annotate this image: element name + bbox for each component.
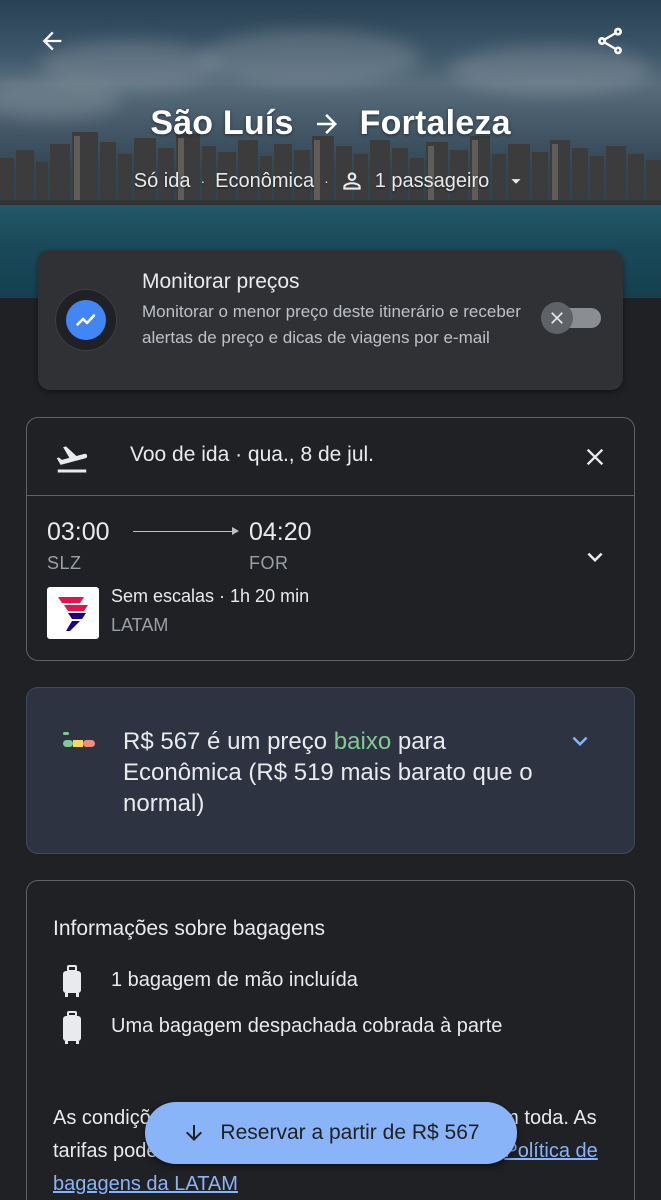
stops-duration: Sem escalas · 1h 20 min bbox=[111, 586, 310, 606]
close-icon bbox=[586, 448, 604, 466]
arrow-back-icon bbox=[42, 31, 62, 51]
carry-on-text: 1 bagagem de mão incluída bbox=[111, 969, 358, 991]
checked-bag-text: Uma bagagem despachada cobrada à parte bbox=[111, 1015, 503, 1037]
trip-type: Só ida bbox=[133, 169, 191, 192]
origin-city: São Luís bbox=[150, 104, 294, 142]
checked-bag-icon bbox=[63, 1011, 81, 1044]
dropdown-arrow-icon bbox=[511, 179, 521, 184]
expand-flight-button[interactable] bbox=[573, 535, 617, 579]
carry-on-row: 1 bagagem de mão incluída bbox=[53, 965, 531, 999]
destination-city: Fortaleza bbox=[359, 104, 511, 142]
price-tracking-description: Monitorar o menor preço deste itinerário… bbox=[142, 302, 521, 347]
checked-bag-row: Uma bagagem despachada cobrada à parte bbox=[53, 1011, 531, 1045]
price-tracking-toggle[interactable] bbox=[541, 302, 601, 334]
reserve-button-label: Reservar a partir de R$ 567 bbox=[220, 1121, 480, 1144]
person-icon bbox=[343, 172, 361, 190]
arrival-airport: FOR bbox=[249, 553, 289, 573]
price-tracking-title: Monitorar preços bbox=[142, 270, 300, 293]
carry-on-bag-icon bbox=[63, 965, 81, 997]
cabin-class: Econômica bbox=[215, 169, 315, 192]
reserve-button[interactable]: Reservar a partir de R$ 567 bbox=[145, 1102, 517, 1164]
expand-price-insight-button[interactable] bbox=[558, 719, 602, 763]
flight-card-header: Voo de ida · qua., 8 de jul. bbox=[27, 418, 634, 496]
flight-route-line bbox=[133, 527, 239, 535]
arrow-right-icon bbox=[316, 113, 337, 134]
separator-dot: · bbox=[200, 173, 206, 189]
price-insight-text: R$ 567 é um preço baixo para Econômica (… bbox=[123, 726, 543, 819]
price-tracking-badge bbox=[55, 289, 117, 351]
latam-logo-icon bbox=[58, 597, 88, 631]
chevron-down-icon bbox=[572, 736, 588, 746]
airline-name: LATAM bbox=[111, 615, 169, 635]
price-level-icon bbox=[63, 732, 95, 747]
price-insight-prefix: R$ 567 é um preço bbox=[123, 728, 334, 755]
back-button[interactable] bbox=[30, 19, 74, 63]
price-level-label: baixo bbox=[333, 728, 392, 755]
trip-options[interactable]: Só ida · Econômica · 1 passageiro bbox=[0, 168, 661, 194]
route-title: São Luís Fortaleza bbox=[0, 104, 661, 143]
flight-takeoff-icon bbox=[56, 446, 88, 473]
baggage-title: Informações sobre bagagens bbox=[53, 917, 326, 940]
chevron-down-icon bbox=[587, 552, 603, 562]
arrow-down-icon bbox=[186, 1125, 203, 1141]
separator-dot: · bbox=[324, 173, 329, 189]
share-icon bbox=[598, 27, 622, 55]
remove-flight-button[interactable] bbox=[573, 435, 617, 479]
flight-date-label: Voo de ida · qua., 8 de jul. bbox=[130, 443, 375, 466]
share-button[interactable] bbox=[588, 19, 632, 63]
close-icon bbox=[551, 312, 563, 324]
trending-icon bbox=[76, 314, 96, 326]
price-tracking-card: Monitorar preços Monitorar o menor preço… bbox=[38, 250, 623, 390]
departure-airport: SLZ bbox=[47, 553, 82, 573]
departure-time: 03:00 bbox=[47, 518, 110, 546]
arrival-time: 04:20 bbox=[249, 518, 312, 546]
selected-flight-card: Voo de ida · qua., 8 de jul. 03:00 04:20… bbox=[26, 417, 635, 661]
toggle-knob bbox=[541, 302, 573, 334]
airline-logo bbox=[47, 587, 99, 639]
passenger-count: 1 passageiro bbox=[374, 169, 490, 192]
price-insight-card[interactable]: R$ 567 é um preço baixo para Econômica (… bbox=[26, 687, 635, 854]
